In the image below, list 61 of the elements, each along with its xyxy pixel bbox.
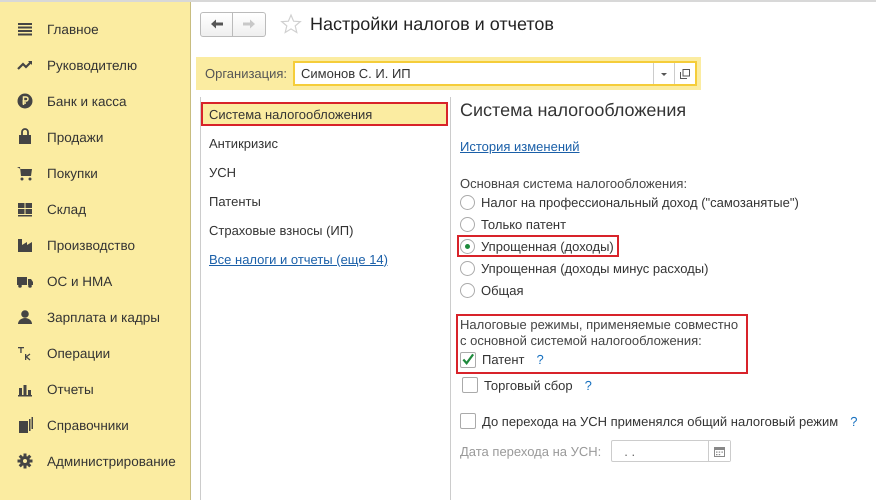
sidebar-item[interactable]: Руководителю [47, 58, 138, 72]
grid-icon [16, 200, 34, 218]
option-label[interactable]: Общая [481, 282, 524, 298]
section-heading: Система налогообложения [460, 100, 686, 121]
ruble-coin-icon [16, 92, 34, 110]
books-icon [16, 416, 34, 434]
calendar-button[interactable] [708, 441, 730, 461]
checkbox-label[interactable]: До перехода на УСН применялся общий налоговый режим [482, 414, 838, 428]
group-label: Основная система налогообложения: [460, 176, 688, 191]
checkbox[interactable] [460, 352, 476, 368]
sidebar-item[interactable]: Производство [47, 238, 136, 252]
sidebar-item[interactable]: Операции [47, 346, 110, 360]
section-item[interactable]: УСН [201, 160, 450, 184]
sidebar-item[interactable]: Справочники [47, 418, 129, 432]
radio-button[interactable] [460, 194, 475, 210]
radio-button[interactable] [460, 282, 475, 298]
checkbox-label[interactable]: Патент [482, 352, 524, 367]
option-label[interactable]: Налог на профессиональный доход ("самозанятые") [481, 194, 799, 210]
checkbox[interactable] [460, 413, 476, 429]
group-label: Налоговые режимы, применяемые совместно с основной системой налогообложения: [460, 317, 738, 349]
sidebar-item[interactable]: Администрирование [47, 454, 176, 468]
option-label[interactable]: Упрощенная (доходы) [481, 238, 614, 254]
sidebar-item[interactable]: Зарплата и кадры [47, 310, 160, 324]
calendar-icon [714, 446, 726, 456]
checkbox[interactable] [462, 377, 478, 393]
sidebar-item[interactable]: Покупки [47, 166, 98, 180]
arrow-icon [242, 18, 256, 30]
factory-icon [16, 236, 34, 254]
open-window-icon [680, 68, 690, 78]
page-title: Настройки налогов и отчетов [310, 14, 554, 34]
sidebar-item[interactable]: Продажи [47, 130, 104, 144]
section-item[interactable]: Система налогообложения [201, 102, 448, 126]
sidebar-item[interactable]: Главное [47, 22, 99, 36]
sidebar-item[interactable]: Склад [47, 202, 86, 216]
history-link[interactable]: История изменений [460, 139, 580, 154]
help-link[interactable]: ? [536, 352, 544, 367]
cart-icon [16, 164, 34, 182]
sidebar-item[interactable]: Банк и касса [47, 94, 126, 108]
radio-button[interactable] [460, 238, 475, 254]
field-label: Дата перехода на УСН: [460, 444, 602, 458]
menu-icon [16, 20, 34, 38]
organization-field[interactable]: Симонов С. И. ИП [293, 61, 697, 86]
checkbox-label[interactable]: Торговый сбор [484, 378, 573, 392]
section-item[interactable]: Страховые взносы (ИП) [201, 218, 450, 242]
field-label: Организация: [205, 66, 288, 81]
sidebar-item[interactable]: Отчеты [47, 382, 94, 396]
help-link[interactable]: ? [850, 414, 858, 428]
arrow-icon [210, 18, 224, 30]
option-label[interactable]: Только патент [481, 216, 566, 232]
option-label[interactable]: Упрощенная (доходы минус расходы) [481, 260, 708, 276]
section-item[interactable]: Антикризис [201, 131, 450, 155]
section-item[interactable]: Патенты [201, 189, 450, 213]
back-button[interactable] [200, 12, 233, 36]
star-icon[interactable] [280, 13, 302, 35]
radio-button[interactable] [460, 260, 475, 276]
sidebar-item[interactable]: ОС и НМА [47, 274, 112, 288]
gear-icon [16, 452, 34, 470]
person-icon [16, 308, 34, 326]
radio-button[interactable] [460, 216, 475, 232]
help-link[interactable]: ? [584, 378, 592, 392]
all-taxes-link[interactable]: Все налоги и отчеты (еще 14) [201, 247, 450, 271]
